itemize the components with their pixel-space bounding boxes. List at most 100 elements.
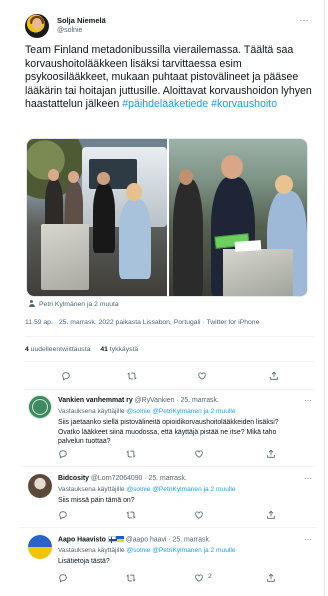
ukraine-flag-icon xyxy=(115,536,124,542)
avatar[interactable] xyxy=(28,395,52,419)
share-icon xyxy=(267,449,275,458)
reply-text: Lisätietoja tästä? xyxy=(58,558,110,565)
avatar-logo xyxy=(32,399,48,415)
reply-author-name: Aapo Haavisto xyxy=(58,536,106,544)
share-icon xyxy=(267,573,275,582)
reply-actions: 2 xyxy=(58,571,298,585)
more-options-icon[interactable]: ··· xyxy=(304,474,312,483)
photo-handing-out[interactable] xyxy=(169,139,307,296)
retweets-stat[interactable]: 4 uudelleentwiittausta xyxy=(25,346,90,353)
photo-utility-box xyxy=(223,249,293,296)
reply-handle-time: @aapo haavi · 25. marrask. xyxy=(125,536,211,544)
tweet-text: Team Finland metadonibussilla vierailema… xyxy=(25,44,315,112)
retweets-label: uudelleentwiittausta xyxy=(30,346,91,353)
likes-label: tykkäystä xyxy=(109,346,139,353)
retweet-button[interactable] xyxy=(124,447,138,461)
photo-person-head xyxy=(126,183,142,201)
more-options-icon[interactable]: ··· xyxy=(304,396,312,405)
avatar-face xyxy=(32,18,42,30)
tweet-page: Solja Niemelä @solnie ··· Team Finland m… xyxy=(0,0,328,596)
replying-prefix: Vastauksena käyttäjille xyxy=(58,547,125,554)
photo-person-head xyxy=(221,155,243,179)
reply-icon xyxy=(62,372,70,381)
share-button[interactable] xyxy=(264,571,278,585)
photo-bus-crowd[interactable] xyxy=(27,139,167,296)
photo-person xyxy=(119,199,151,279)
finland-flag-icon xyxy=(107,536,117,543)
avatar[interactable] xyxy=(28,474,52,498)
photo-person-head xyxy=(179,169,193,185)
replying-to-links[interactable]: @solnie @PetriKylmanen ja 2 muulle xyxy=(126,547,235,554)
like-button[interactable] xyxy=(192,447,206,461)
replying-to-links[interactable]: @solnie @PetriKylmanen ja 2 muulle xyxy=(126,408,235,415)
photo-person xyxy=(173,179,203,296)
reply-text: Siis missä päin tämä on? xyxy=(58,497,135,504)
tagged-people[interactable]: Petri Kylmänen ja 2 muuta xyxy=(28,300,119,308)
retweet-icon xyxy=(126,511,136,519)
like-button[interactable] xyxy=(192,508,206,522)
likes-stat[interactable]: 41 tykkäystä xyxy=(100,346,138,353)
heart-icon xyxy=(195,450,203,458)
tweet-header: Solja Niemelä @solnie ··· xyxy=(25,14,315,40)
replying-to: Vastauksena käyttäjille @solnie @PetriKy… xyxy=(58,547,235,554)
retweet-icon xyxy=(126,450,136,458)
replying-prefix: Vastauksena käyttäjille xyxy=(58,408,125,415)
reply-button[interactable] xyxy=(56,447,70,461)
hashtag-link[interactable]: #päihdelääketiede xyxy=(122,98,208,110)
like-button[interactable]: 2 xyxy=(192,571,212,585)
more-options-icon[interactable]: ··· xyxy=(304,535,312,544)
tweet-timestamp[interactable]: 11.59 ap. · 25. marrask. 2022 paikasta L… xyxy=(25,319,259,326)
avatar[interactable] xyxy=(28,535,52,559)
divider xyxy=(25,361,315,362)
share-button[interactable] xyxy=(267,369,281,383)
retweet-button[interactable] xyxy=(125,369,139,383)
reply-author[interactable]: Bidcosity @Lorn72064090 · 25. marrask. xyxy=(58,475,187,482)
like-count: 2 xyxy=(208,573,212,580)
reply-author[interactable]: Vankien vanhemmat ry @RyVankien · 25. ma… xyxy=(58,397,219,404)
tweet-actions xyxy=(25,369,315,383)
replying-prefix: Vastauksena käyttäjille xyxy=(58,486,125,493)
reply-text: Siis jaetaanko siellä pistovälineitä opi… xyxy=(58,419,279,446)
tweet-stats: 4 uudelleentwiittausta 41 tykkäystä xyxy=(25,346,138,353)
reply-button[interactable] xyxy=(59,369,73,383)
photo-leaflet xyxy=(234,240,262,252)
like-button[interactable] xyxy=(195,369,209,383)
reply-author[interactable]: Aapo Haavisto @aapo haavi · 25. marrask. xyxy=(58,536,211,544)
share-button[interactable] xyxy=(264,447,278,461)
share-icon xyxy=(267,510,275,519)
avatar[interactable] xyxy=(25,14,49,38)
author-name[interactable]: Solja Niemelä xyxy=(57,16,106,25)
photo-person xyxy=(93,183,115,253)
divider xyxy=(20,527,316,528)
reply-actions xyxy=(58,508,298,522)
reply-icon xyxy=(59,450,67,459)
retweet-button[interactable] xyxy=(124,508,138,522)
more-options-icon[interactable]: ··· xyxy=(297,16,311,26)
hashtag-link[interactable]: #korvaushoito xyxy=(211,98,277,110)
reply-button[interactable] xyxy=(56,508,70,522)
author-handle[interactable]: @solnie xyxy=(57,27,82,34)
retweet-icon xyxy=(126,574,136,582)
heart-icon xyxy=(195,574,203,582)
likes-count: 41 xyxy=(100,346,108,353)
retweet-button[interactable] xyxy=(124,571,138,585)
reply-handle-time: @Lorn72064090 · 25. marrask. xyxy=(90,475,187,482)
divider xyxy=(20,466,316,467)
replying-to: Vastauksena käyttäjille @solnie @PetriKy… xyxy=(58,408,235,415)
replying-to-links[interactable]: @solnie @PetriKylmanen ja 2 muulle xyxy=(126,486,235,493)
person-icon xyxy=(28,300,35,307)
share-icon xyxy=(270,371,278,380)
photo-person-head xyxy=(68,171,79,183)
tweet-media[interactable] xyxy=(26,138,308,297)
scrollbar-track xyxy=(324,0,325,596)
photo-utility-box xyxy=(41,224,89,290)
photo-person-head xyxy=(275,175,293,194)
reply-button[interactable] xyxy=(56,571,70,585)
reply-icon xyxy=(59,511,67,520)
reply-icon xyxy=(59,574,67,583)
reply-handle-time: @RyVankien · 25. marrask. xyxy=(134,397,219,404)
reply-author-name: Vankien vanhemmat ry xyxy=(58,397,133,404)
retweet-icon xyxy=(127,372,137,380)
photo-person-head xyxy=(48,169,59,181)
share-button[interactable] xyxy=(264,508,278,522)
